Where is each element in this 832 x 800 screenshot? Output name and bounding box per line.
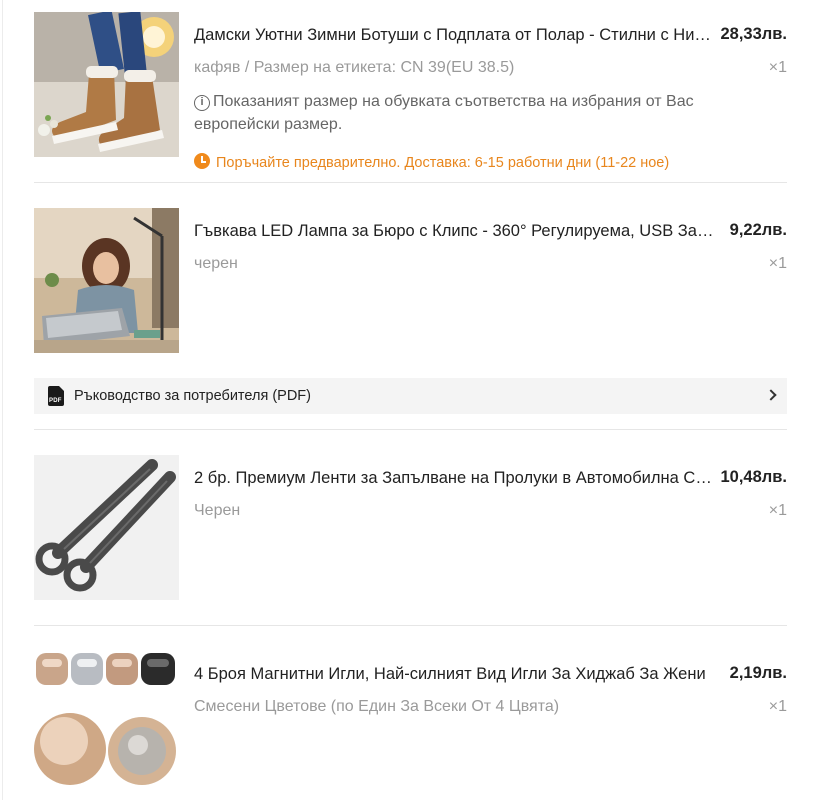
product-price: 9,22лв. bbox=[729, 221, 787, 239]
product-variant: черен bbox=[194, 255, 238, 272]
product-price: 10,48лв. bbox=[720, 468, 788, 486]
product-price: 28,33лв. bbox=[720, 25, 788, 43]
list-item[interactable]: 4 Броя Магнитни Игли, Най-силният Вид Иг… bbox=[34, 651, 787, 800]
shipping-info: Поръчайте предварително. Доставка: 6-15 … bbox=[194, 153, 669, 171]
user-manual-label: Ръководство за потребителя (PDF) bbox=[74, 388, 311, 404]
product-quantity: ×1 bbox=[768, 698, 787, 715]
gap-filler-image bbox=[34, 455, 179, 600]
boots-image bbox=[34, 12, 179, 157]
user-manual-link[interactable]: PDF Ръководство за потребителя (PDF) bbox=[34, 378, 787, 414]
list-item[interactable]: Гъвкава LED Лампа за Бюро с Клипс - 360°… bbox=[34, 208, 787, 353]
size-note-text: Показаният размер на обувката съответств… bbox=[194, 93, 694, 133]
divider bbox=[34, 429, 787, 430]
product-image-magnetic-pins[interactable] bbox=[34, 651, 179, 796]
pdf-icon: PDF bbox=[48, 386, 64, 406]
product-quantity: ×1 bbox=[768, 502, 787, 519]
product-title[interactable]: Гъвкава LED Лампа за Бюро с Клипс - 360°… bbox=[194, 222, 714, 241]
product-title[interactable]: 4 Броя Магнитни Игли, Най-силният Вид Иг… bbox=[194, 665, 714, 684]
product-image-boots[interactable] bbox=[34, 12, 179, 157]
product-variant: Смесени Цветове (по Един За Всеки От 4 Ц… bbox=[194, 698, 560, 715]
chevron-right-icon bbox=[765, 389, 777, 401]
info-icon: i bbox=[194, 95, 210, 111]
divider bbox=[34, 182, 787, 183]
product-variant: кафяв / Размер на етикета: CN 39(EU 38.5… bbox=[194, 59, 515, 76]
product-quantity: ×1 bbox=[768, 59, 787, 76]
product-image-gap-filler[interactable] bbox=[34, 455, 179, 600]
list-item[interactable]: 2 бр. Премиум Ленти за Запълване на Прол… bbox=[34, 455, 787, 600]
product-image-lamp[interactable] bbox=[34, 208, 179, 353]
lamp-image bbox=[34, 208, 179, 353]
size-note: i Показаният размер на обувката съответст… bbox=[194, 90, 754, 136]
clock-icon bbox=[194, 153, 210, 169]
page-left-border bbox=[2, 0, 3, 800]
product-quantity: ×1 bbox=[768, 255, 787, 272]
product-variant: Черен bbox=[194, 502, 241, 519]
product-price: 2,19лв. bbox=[729, 664, 787, 682]
magnetic-pins-image bbox=[34, 651, 179, 796]
divider bbox=[34, 625, 787, 626]
product-title[interactable]: Дамски Уютни Зимни Ботуши с Подплата от … bbox=[194, 26, 714, 45]
product-title[interactable]: 2 бр. Премиум Ленти за Запълване на Прол… bbox=[194, 469, 714, 488]
list-item[interactable]: Дамски Уютни Зимни Ботуши с Подплата от … bbox=[34, 12, 787, 172]
shipping-text: Поръчайте предварително. Доставка: 6-15 … bbox=[216, 155, 670, 171]
